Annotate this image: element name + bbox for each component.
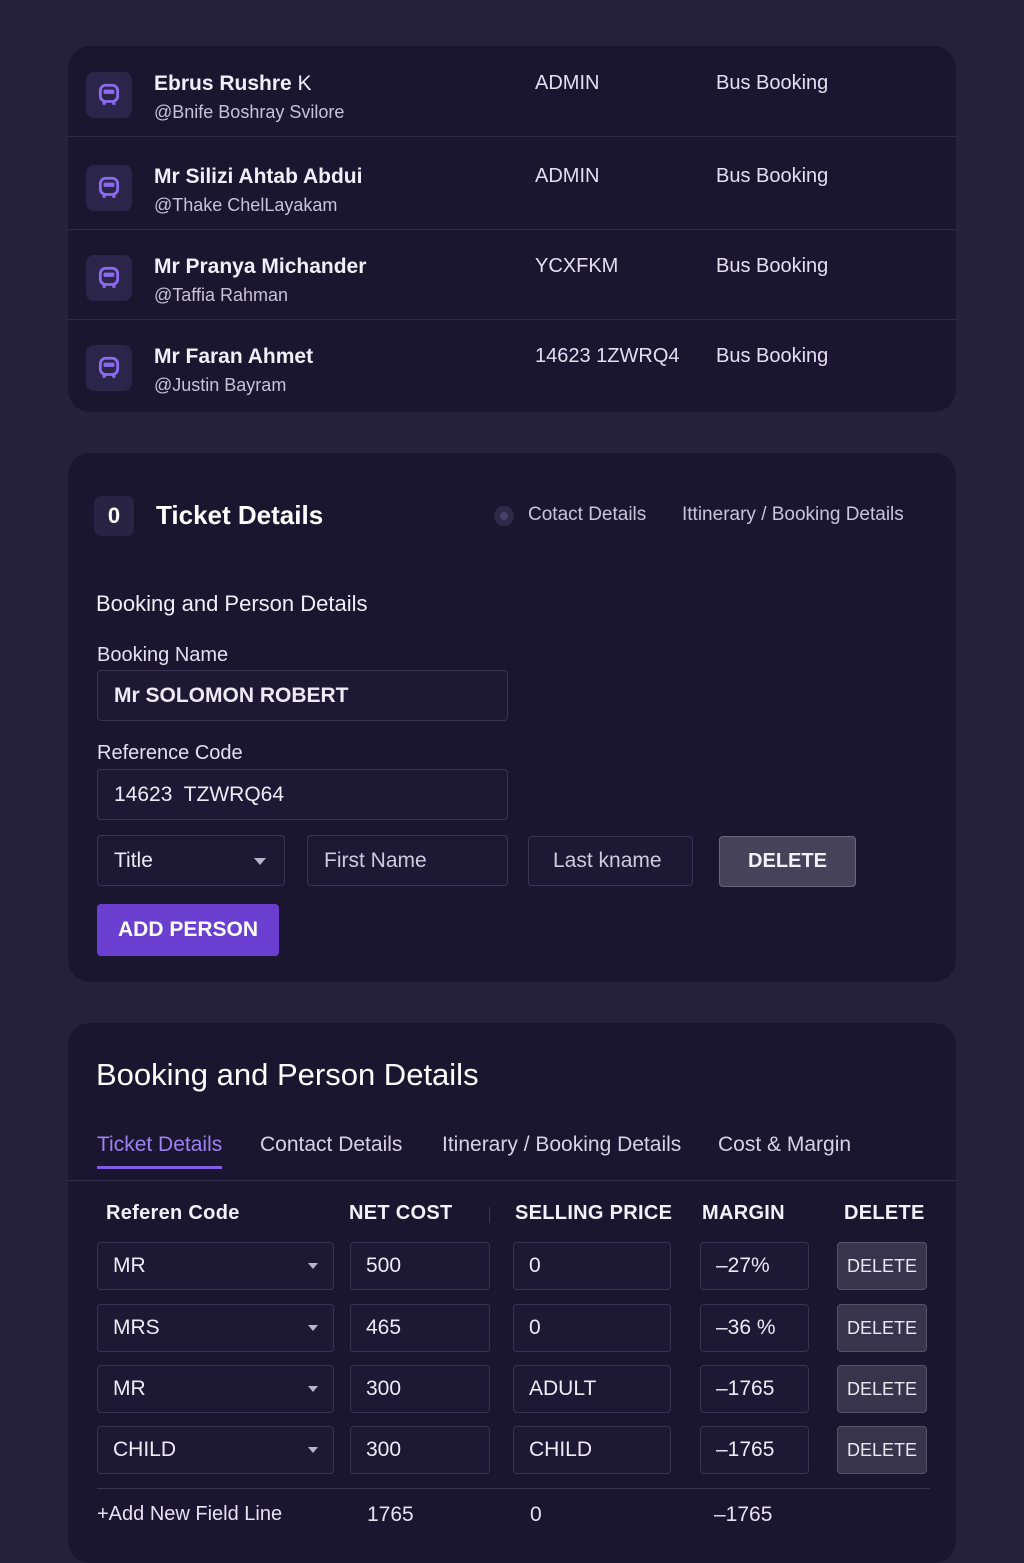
selling-price-total: 0	[530, 1503, 542, 1526]
chevron-down-icon	[308, 1447, 318, 1453]
net-cost-input[interactable]: 465	[350, 1304, 490, 1352]
bus-icon	[86, 345, 132, 391]
first-name-input[interactable]: First Name	[307, 835, 508, 886]
user-row[interactable]: Ebrus Rushre K @Bnife Boshray Svilore AD…	[68, 46, 956, 137]
title-select-value: Title	[114, 848, 153, 872]
bus-icon	[86, 165, 132, 211]
column-header-margin: MARGIN	[702, 1202, 785, 1224]
code-select[interactable]: MRS	[97, 1304, 334, 1352]
delete-row-button[interactable]: DELETE	[837, 1242, 927, 1290]
step-dot-icon	[494, 506, 514, 526]
column-header-reference: Referen Code	[106, 1202, 240, 1224]
step-badge: 0	[94, 496, 134, 536]
user-name: Mr Pranya Michander	[154, 255, 367, 278]
net-cost-input[interactable]: 300	[350, 1365, 490, 1413]
user-role: YCXFKM	[535, 255, 619, 277]
chevron-down-icon	[308, 1325, 318, 1331]
add-person-button[interactable]: ADD PERSON	[97, 904, 279, 956]
reference-code-input[interactable]: 14623 TZWRQ64	[97, 769, 508, 820]
code-select[interactable]: MR	[97, 1365, 334, 1413]
user-name: Ebrus Rushre K	[154, 72, 312, 95]
ticket-title: Ticket Details	[156, 500, 324, 530]
add-field-line-link[interactable]: +Add New Field Line	[97, 1503, 282, 1526]
margin-total: –1765	[714, 1503, 773, 1526]
selling-price-input[interactable]: 0	[513, 1304, 671, 1352]
selling-price-input[interactable]: CHILD	[513, 1426, 671, 1474]
selling-price-input[interactable]: 0	[513, 1242, 671, 1290]
user-row[interactable]: Mr Pranya Michander @Taffia Rahman YCXFK…	[68, 229, 956, 320]
tab-contact-details[interactable]: Contact Details	[260, 1133, 402, 1157]
user-suffix: K	[297, 72, 312, 95]
user-handle: @Taffia Rahman	[154, 285, 289, 305]
net-cost-input[interactable]: 500	[350, 1242, 490, 1290]
booking-name-label: Booking Name	[97, 644, 229, 666]
delete-button[interactable]: DELETE	[719, 836, 856, 887]
net-cost-input[interactable]: 300	[350, 1426, 490, 1474]
column-header-net-cost: NET COST	[349, 1202, 453, 1224]
net-cost-total: 1765	[367, 1503, 414, 1526]
active-tab-indicator	[97, 1166, 222, 1169]
delete-row-button[interactable]: DELETE	[837, 1304, 927, 1352]
cost-table-card: Booking and Person Details Ticket Detail…	[68, 1023, 956, 1563]
user-role: ADMIN	[535, 165, 600, 187]
selling-price-input[interactable]: ADULT	[513, 1365, 671, 1413]
user-row[interactable]: Mr Faran Ahmet @Justin Bayram 14623 1ZWR…	[68, 319, 956, 409]
delete-row-button[interactable]: DELETE	[837, 1426, 927, 1474]
section-title: Booking and Person Details	[96, 1057, 479, 1092]
user-handle: @Thake ChelLayakam	[154, 195, 338, 215]
user-name: Mr Faran Ahmet	[154, 345, 314, 368]
tab-cost-margin[interactable]: Cost & Margin	[718, 1133, 851, 1157]
user-row[interactable]: Mr Silizi Ahtab Abdui @Thake ChelLayakam…	[68, 139, 956, 230]
booking-type: Bus Booking	[716, 165, 829, 187]
booking-name-input[interactable]: Mr SOLOMON ROBERT	[97, 670, 508, 721]
step-itinerary[interactable]: Ittinerary / Booking Details	[682, 504, 904, 526]
column-header-delete: DELETE	[844, 1202, 925, 1224]
footer-divider	[97, 1488, 930, 1489]
user-name: Mr Silizi Ahtab Abdui	[154, 165, 363, 188]
user-role: 14623 1ZWRQ4	[535, 345, 680, 367]
margin-value: –36 %	[700, 1304, 809, 1352]
header-divider	[489, 1207, 490, 1223]
user-list-card: Ebrus Rushre K @Bnife Boshray Svilore AD…	[68, 46, 956, 412]
margin-value: –27%	[700, 1242, 809, 1290]
section-title: Booking and Person Details	[96, 591, 368, 616]
margin-value: –1765	[700, 1365, 809, 1413]
booking-type: Bus Booking	[716, 345, 829, 367]
bus-icon	[86, 72, 132, 118]
title-select[interactable]: Title	[97, 835, 285, 886]
tabs-divider	[68, 1180, 956, 1181]
step-contact-details[interactable]: Cotact Details	[528, 504, 646, 526]
code-select[interactable]: MR	[97, 1242, 334, 1290]
code-select-value: MRS	[113, 1316, 160, 1339]
code-select-value: CHILD	[113, 1438, 177, 1461]
user-role: ADMIN	[535, 72, 600, 94]
margin-value: –1765	[700, 1426, 809, 1474]
last-name-input[interactable]: Last kname	[528, 836, 693, 886]
booking-type: Bus Booking	[716, 255, 829, 277]
ticket-details-card: 0 Ticket Details Cotact Details Ittinera…	[68, 453, 956, 982]
delete-row-button[interactable]: DELETE	[837, 1365, 927, 1413]
bus-icon	[86, 255, 132, 301]
tab-itinerary[interactable]: Itinerary / Booking Details	[442, 1133, 681, 1157]
user-handle: @Justin Bayram	[154, 375, 287, 395]
column-header-selling-price: SELLING PRICE	[515, 1202, 673, 1224]
code-select[interactable]: CHILD	[97, 1426, 334, 1474]
chevron-down-icon	[308, 1263, 318, 1269]
code-select-value: MR	[113, 1377, 146, 1400]
user-handle: @Bnife Boshray Svilore	[154, 102, 345, 122]
reference-code-label: Reference Code	[97, 742, 243, 764]
booking-type: Bus Booking	[716, 72, 829, 94]
code-select-value: MR	[113, 1254, 146, 1277]
tab-ticket-details[interactable]: Ticket Details	[97, 1133, 222, 1157]
chevron-down-icon	[254, 858, 266, 865]
chevron-down-icon	[308, 1386, 318, 1392]
